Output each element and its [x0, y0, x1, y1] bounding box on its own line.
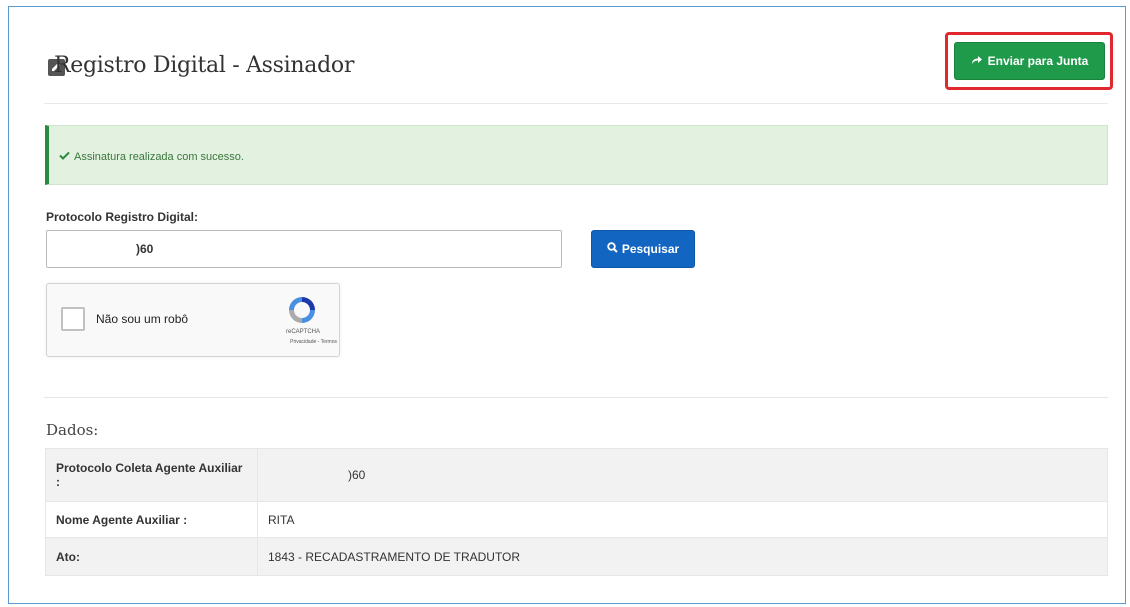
search-icon	[607, 242, 618, 256]
table-row: Protocolo Coleta Agente Auxiliar : )60	[45, 448, 1108, 502]
row-value: RITA	[257, 501, 1108, 538]
recaptcha-logo-icon	[285, 294, 319, 331]
table-row: Ato: 1843 - RECADASTRAMENTO DE TRADUTOR	[45, 537, 1108, 576]
row-value: )60	[257, 448, 1108, 502]
row-key: Ato:	[45, 537, 258, 576]
dados-table: Protocolo Coleta Agente Auxiliar : )60 N…	[45, 448, 1108, 576]
protocol-value: )60	[136, 242, 154, 256]
check-icon	[59, 151, 70, 163]
row-value: 1843 - RECADASTRAMENTO DE TRADUTOR	[257, 537, 1108, 576]
send-to-junta-button[interactable]: Enviar para Junta	[954, 42, 1105, 80]
dados-heading: Dados:	[46, 421, 99, 439]
success-alert: Assinatura realizada com sucesso.	[45, 125, 1108, 185]
alert-message: Assinatura realizada com sucesso.	[74, 151, 244, 163]
search-button-label: Pesquisar	[621, 242, 680, 256]
search-button[interactable]: Pesquisar	[591, 230, 695, 268]
header-divider	[44, 103, 1108, 104]
recaptcha-terms-link[interactable]: Privacidade - Termos	[251, 339, 337, 345]
row-key: Protocolo Coleta Agente Auxiliar :	[45, 448, 258, 502]
table-row: Nome Agente Auxiliar : RITA	[45, 501, 1108, 538]
share-arrow-icon	[971, 54, 983, 68]
send-to-junta-label: Enviar para Junta	[987, 54, 1089, 68]
protocol-input[interactable]: )60	[46, 230, 562, 268]
section-divider	[44, 397, 1108, 398]
row-key: Nome Agente Auxiliar :	[45, 501, 258, 538]
recaptcha-checkbox[interactable]	[61, 307, 85, 331]
recaptcha-widget: Não sou um robô reCAPTCHA Privacidade - …	[46, 283, 340, 357]
protocol-label: Protocolo Registro Digital:	[46, 210, 199, 224]
page-title: Registro Digital - Assinador	[54, 53, 355, 78]
recaptcha-label: Não sou um robô	[96, 312, 189, 326]
recaptcha-brand: reCAPTCHA	[285, 329, 320, 335]
